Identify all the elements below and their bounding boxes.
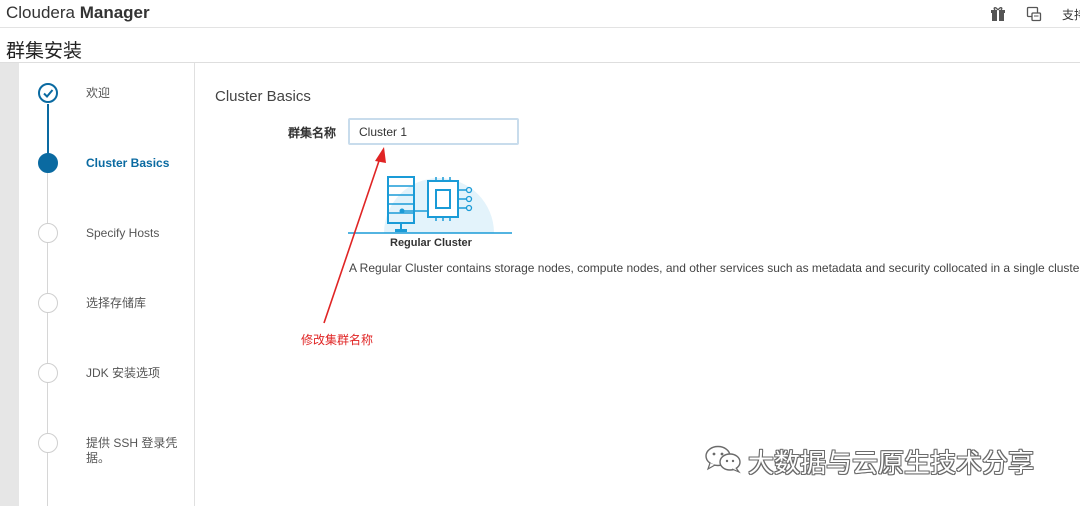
gift-icon[interactable] [990,6,1006,22]
watermark-text: 大数据与云原生技术分享 [748,449,1035,479]
brand-logo[interactable]: Cloudera Manager [6,3,150,23]
assistant-icon[interactable] [1026,6,1042,22]
page-title: 群集安装 [6,41,83,62]
watermark: 大数据与云原生技术分享 [704,440,1064,480]
annotation-arrow [323,147,386,324]
step-label: 提供 SSH 登录凭据。 [86,436,178,465]
wechat-icon [705,445,741,474]
cluster-type-description: A Regular Cluster contains storage nodes… [349,261,1080,275]
step-label: Specify Hosts [86,226,160,240]
brand-text-bold: Manager [79,3,150,22]
brand-text: Cloudera [6,3,80,22]
left-gutter [0,63,19,506]
cluster-name-label: 群集名称 [288,126,337,140]
step-pending-icon [38,223,58,243]
step-pending-icon [38,433,58,453]
step-label: JDK 安装选项 [86,366,161,380]
step-line [47,171,48,506]
annotation-text: 修改集群名称 [301,333,374,347]
step-pending-icon [38,363,58,383]
step-label: 欢迎 [86,86,111,100]
step-active-icon [38,153,58,173]
step-done-icon [38,83,58,103]
section-title: Cluster Basics [215,88,311,105]
step-label: Cluster Basics [86,156,170,170]
step-pending-icon [38,293,58,313]
cluster-name-input[interactable] [348,118,519,145]
wizard-steps: 欢迎 Cluster Basics Specify Hosts 选择存储库 JD… [19,63,195,506]
support-link[interactable]: 支持 [1062,6,1080,23]
cluster-type-label: Regular Cluster [390,237,472,249]
step-label: 选择存储库 [86,296,147,310]
top-bar: Cloudera Manager 支持 [0,0,1080,28]
